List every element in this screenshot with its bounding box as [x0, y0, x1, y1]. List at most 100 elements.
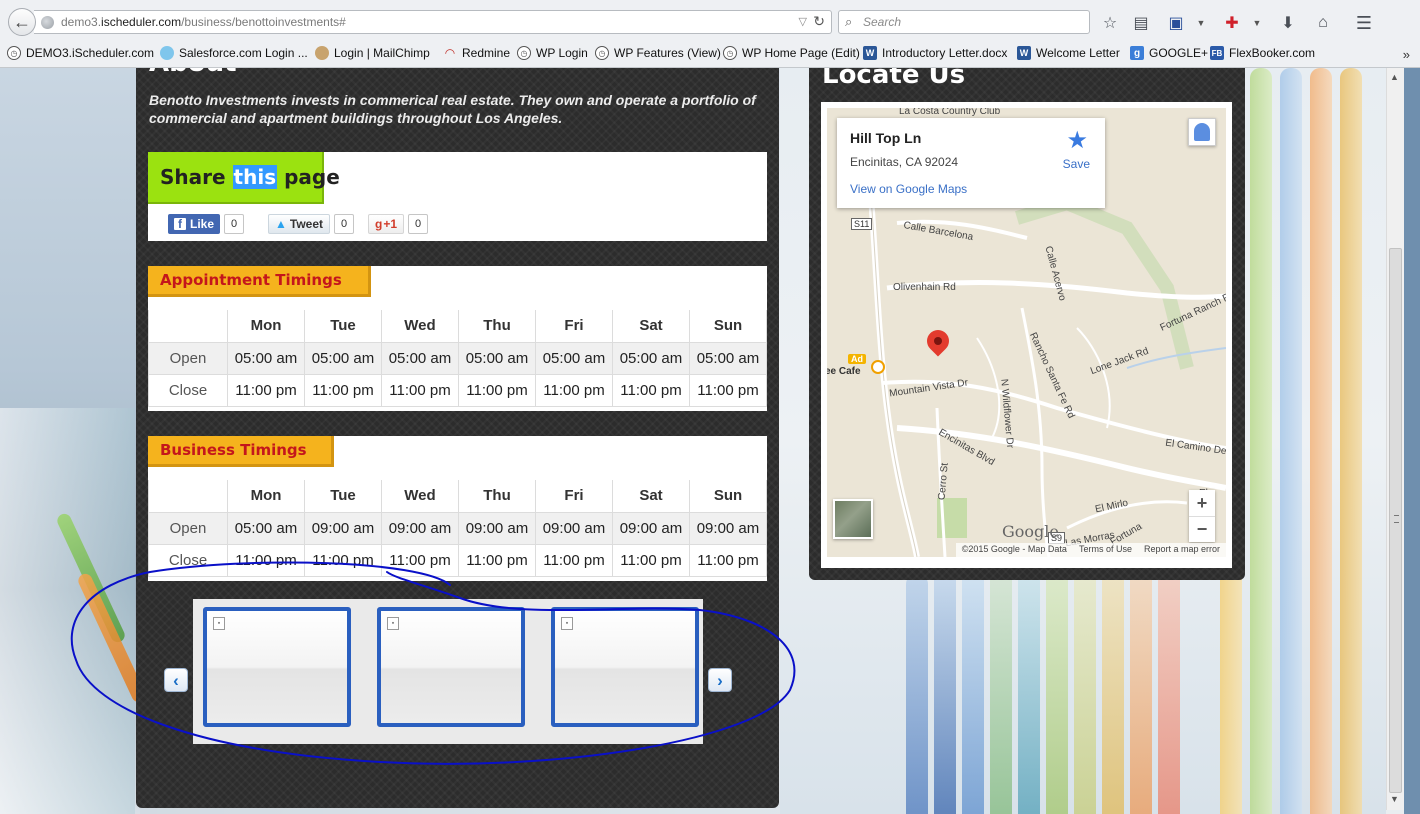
cloud-icon: [160, 46, 174, 60]
time-cell: 11:00 pm: [227, 543, 305, 577]
street-view-pegman-icon[interactable]: [1188, 118, 1216, 146]
bookmark-intro-letter[interactable]: W Introductory Letter.docx: [863, 46, 1007, 60]
open-row: Open 05:00 am 05:00 am 05:00 am 05:00 am…: [148, 341, 767, 375]
place-name: Hill Top Ln: [850, 130, 922, 146]
scroll-up-icon[interactable]: ▲: [1390, 72, 1399, 82]
addon-dropdown-icon[interactable]: ▼: [1246, 12, 1268, 34]
scroll-down-icon[interactable]: ▼: [1390, 794, 1399, 804]
carousel-slide[interactable]: ▪: [377, 607, 525, 727]
time-cell: 11:00 pm: [535, 543, 613, 577]
word-icon: W: [1017, 46, 1031, 60]
appointment-timings-box: Appointment Timings Mon Tue Wed Thu Fri …: [148, 266, 767, 411]
carousel-next-button[interactable]: ›: [708, 668, 732, 692]
time-cell: 11:00 pm: [535, 373, 613, 407]
broken-image-icon: ▪: [213, 617, 225, 630]
menu-icon[interactable]: ☰: [1353, 12, 1375, 34]
scrollbar-thumb[interactable]: [1389, 248, 1402, 793]
bookmark-salesforce[interactable]: Salesforce.com Login ...: [160, 46, 308, 60]
page-viewport: About Benotto Investments invests in com…: [0, 68, 1386, 814]
route-marker: S11: [851, 218, 873, 230]
row-label: Open: [148, 511, 228, 545]
search-box[interactable]: ⌕ Search: [838, 10, 1090, 34]
broken-image-icon: ▪: [387, 617, 399, 630]
google-plus-button[interactable]: g +1: [368, 214, 405, 234]
google-plus-one: g +1 0: [368, 214, 429, 234]
fb-icon: FB: [1210, 46, 1224, 60]
day-header: Wed: [381, 310, 459, 343]
time-cell: 09:00 am: [458, 511, 536, 545]
url-text[interactable]: demo3.ischeduler.com/business/benottoinv…: [61, 15, 346, 29]
save-place-link[interactable]: Save: [1063, 157, 1090, 171]
about-description: Benotto Investments invests in commerica…: [149, 92, 756, 126]
bookmark-star-icon[interactable]: ☆: [1099, 12, 1121, 34]
save-icon[interactable]: ▣: [1165, 12, 1187, 34]
day-header: Sat: [612, 310, 690, 343]
time-cell: 09:00 am: [535, 511, 613, 545]
save-dropdown-icon[interactable]: ▼: [1190, 12, 1212, 34]
back-button[interactable]: ←: [8, 8, 36, 36]
time-cell: 09:00 am: [381, 511, 459, 545]
background-tube: [1158, 546, 1180, 814]
bookmark-mailchimp[interactable]: Login | MailChimp: [315, 46, 430, 60]
google-map[interactable]: La Costa Country Club S11 Calle Barcelon…: [827, 108, 1226, 557]
bookmark-google-plus[interactable]: g GOOGLE+: [1130, 46, 1208, 60]
home-icon[interactable]: ⌂: [1312, 12, 1334, 34]
zoom-control: + −: [1189, 490, 1215, 542]
background-tube: [1310, 68, 1332, 814]
map-copyright: ©2015 Google - Map Data: [961, 544, 1067, 554]
reload-icon[interactable]: ↻: [813, 13, 825, 30]
carousel-prev-button[interactable]: ‹: [164, 668, 188, 692]
day-header: Sun: [689, 310, 767, 343]
bookmark-redmine[interactable]: ◠ Redmine: [443, 46, 510, 60]
bookmark-flexbooker[interactable]: FB FlexBooker.com: [1210, 46, 1315, 60]
view-on-google-maps-link[interactable]: View on Google Maps: [850, 182, 967, 196]
background-tube: [1046, 552, 1068, 814]
bookmarks-toolbar: ◷ DEMO3.iScheduler.com Salesforce.com Log…: [0, 44, 1420, 66]
like-count: 0: [224, 214, 245, 234]
scrollbar-grip-icon: [1394, 515, 1399, 523]
bookmarks-overflow-icon[interactable]: »: [1403, 47, 1410, 62]
terms-of-use-link[interactable]: Terms of Use: [1079, 544, 1132, 556]
open-row: Open 05:00 am 09:00 am 09:00 am 09:00 am…: [148, 511, 767, 545]
navigation-row: demo3.ischeduler.com/business/benottoinv…: [0, 6, 1420, 38]
addon-icon[interactable]: ✚: [1221, 12, 1243, 34]
day-header: Mon: [227, 310, 305, 343]
image-carousel: ▪ ▪ ▪: [193, 599, 703, 744]
bookmark-wp-features[interactable]: ◷ WP Features (View): [595, 46, 721, 60]
report-map-error-link[interactable]: Report a map error: [1144, 544, 1220, 556]
address-bar[interactable]: demo3.ischeduler.com/business/benottoinv…: [34, 10, 832, 34]
time-cell: 11:00 pm: [689, 373, 767, 407]
time-cell: 09:00 am: [612, 511, 690, 545]
broken-image-icon: ▪: [561, 617, 573, 630]
background-tube: [1250, 68, 1272, 814]
bookmark-demo3[interactable]: ◷ DEMO3.iScheduler.com: [7, 46, 154, 60]
day-header: Thu: [458, 310, 536, 343]
clock-icon: ◷: [7, 46, 21, 60]
search-input[interactable]: Search: [863, 15, 901, 29]
time-cell: 11:00 pm: [304, 373, 382, 407]
facebook-like-button[interactable]: f Like: [168, 214, 221, 234]
carousel-slide[interactable]: ▪: [551, 607, 699, 727]
reading-list-icon[interactable]: ▤: [1130, 12, 1152, 34]
zoom-in-button[interactable]: +: [1189, 490, 1215, 516]
tweet-button[interactable]: ▲ Tweet: [268, 214, 331, 234]
poi-marker-icon[interactable]: [871, 360, 885, 374]
download-icon[interactable]: ⬇: [1277, 12, 1299, 34]
day-header: Sun: [689, 480, 767, 513]
time-cell: 05:00 am: [535, 341, 613, 375]
history-dropdown-icon[interactable]: ▽: [799, 15, 807, 28]
time-cell: 05:00 am: [227, 341, 305, 375]
bookmark-welcome-letter[interactable]: W Welcome Letter: [1017, 46, 1120, 60]
zoom-out-button[interactable]: −: [1189, 516, 1215, 542]
time-cell: 05:00 am: [304, 341, 382, 375]
page-scrollbar[interactable]: ▲ ▼: [1386, 68, 1404, 810]
satellite-view-toggle[interactable]: [833, 499, 873, 539]
business-info-panel: About Benotto Investments invests in com…: [136, 68, 779, 808]
time-cell: 05:00 am: [612, 341, 690, 375]
save-star-icon[interactable]: ★: [1066, 126, 1088, 155]
carousel-slide[interactable]: ▪: [203, 607, 351, 727]
time-cell: 11:00 pm: [381, 373, 459, 407]
bookmark-wp-login[interactable]: ◷ WP Login: [517, 46, 588, 60]
location-pin-dot: [934, 337, 942, 345]
bookmark-wp-home[interactable]: ◷ WP Home Page (Edit): [723, 46, 860, 60]
